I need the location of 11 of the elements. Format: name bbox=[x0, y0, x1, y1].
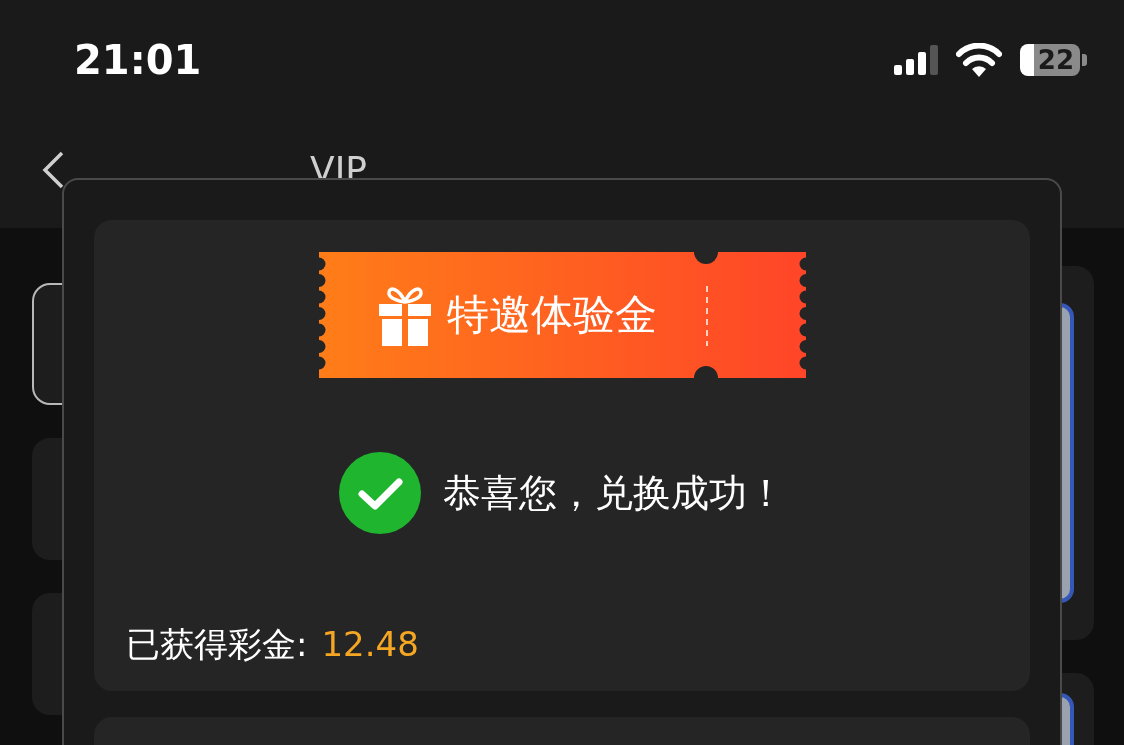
battery-percent: 22 bbox=[1037, 45, 1074, 75]
gift-icon bbox=[376, 284, 433, 346]
status-time: 21:01 bbox=[74, 37, 203, 83]
success-check-icon bbox=[339, 452, 421, 534]
wifi-icon bbox=[956, 43, 1002, 77]
success-message: 恭喜您，兑换成功！ bbox=[443, 469, 785, 517]
reward-amount: 12.48 bbox=[321, 624, 419, 664]
ticket-title: 特邀体验金 bbox=[446, 289, 657, 341]
reward-label: 已获得彩金: bbox=[126, 623, 308, 666]
signal-icon bbox=[894, 45, 938, 75]
back-icon[interactable] bbox=[40, 150, 66, 190]
